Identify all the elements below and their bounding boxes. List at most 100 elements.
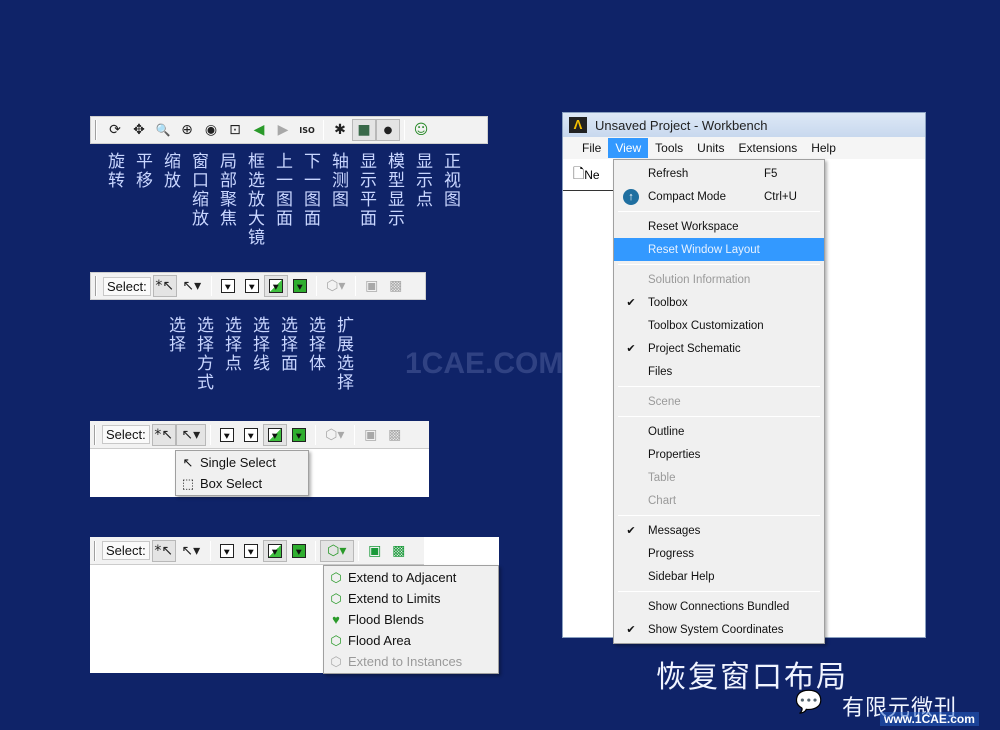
select-mode-icon[interactable]: *↖ [152, 275, 177, 297]
selection-type-dropdown[interactable]: ↖▾ [175, 423, 206, 446]
menu-extensions[interactable]: Extensions [732, 138, 805, 158]
extend-to-limits-icon: ⬡ [330, 590, 342, 606]
expand-icon[interactable]: ▣ [360, 275, 384, 297]
menu-view[interactable]: View [608, 138, 649, 158]
menu-item-reset-workspace[interactable]: Reset Workspace [614, 215, 824, 238]
menu-item-progress[interactable]: Progress [614, 542, 824, 565]
menu-item-compact-mode[interactable]: ↑ Compact Mode Ctrl+U [614, 185, 824, 208]
menu-item-show-system-coordinates[interactable]: ✔ Show System Coordinates [614, 618, 824, 641]
box-zoom-icon[interactable]: ⊕ [175, 119, 199, 141]
menu-item-refresh[interactable]: Refresh F5 [614, 162, 824, 185]
menu-item-outline[interactable]: Outline [614, 420, 824, 443]
select-body-icon[interactable] [287, 540, 311, 562]
label-select-face: 选择面 [277, 316, 297, 373]
model-display-icon[interactable]: ■ [352, 119, 376, 141]
menu-file[interactable]: File [575, 138, 608, 158]
selection-type-dropdown[interactable]: ↖▾ [177, 275, 207, 297]
menu-help[interactable]: Help [804, 138, 843, 158]
menu-item-box-select[interactable]: ⬚ Box Select [176, 473, 308, 494]
menu-tools[interactable]: Tools [648, 138, 690, 158]
selection-type-dropdown[interactable]: ↖▾ [176, 540, 206, 562]
select-body-icon[interactable] [287, 424, 311, 446]
window-title-bar: Λ Unsaved Project - Workbench [563, 113, 925, 137]
menu-item-toolbox[interactable]: ✔ Toolbox [614, 291, 824, 314]
select-toolbar-labels: 选择 选择方式 选择点 选择线 选择面 选择体 扩展选择 [160, 316, 356, 392]
extend-selection-dropdown[interactable]: ⬡▾ [319, 539, 354, 562]
select-mode-icon[interactable]: *↖ [151, 539, 176, 562]
select-edge-icon[interactable] [239, 540, 263, 562]
menu-units[interactable]: Units [690, 138, 731, 158]
select-vertex-icon[interactable] [216, 275, 240, 297]
display-points-icon[interactable]: ● [376, 119, 400, 141]
select-edge-icon[interactable] [240, 275, 264, 297]
menu-item-label: Single Select [200, 455, 276, 470]
flood-blends-icon: ♥ [332, 612, 340, 627]
label-previous-view: 上一图面 [272, 152, 292, 228]
select-body-icon[interactable] [288, 275, 312, 297]
check-icon: ✔ [626, 343, 636, 355]
label-pan: 平移 [132, 152, 152, 190]
toolbar-grip[interactable] [95, 120, 97, 140]
extend-selection-panel: Select: *↖ ↖▾ ⬡▾ ▣ ▩ ⬡ Extend to Adjacen… [90, 537, 499, 674]
selection-type-menu: ↖ Single Select ⬚ Box Select [175, 450, 309, 496]
extend-to-instances-icon: ⬡ [330, 653, 342, 669]
menu-separator [618, 515, 820, 516]
shrink-icon[interactable]: ▩ [383, 424, 407, 446]
single-select-icon: ↖ [182, 454, 194, 470]
label-select-mode: 选择方式 [193, 316, 213, 392]
select-vertex-icon[interactable] [215, 540, 239, 562]
footer-site: www.1CAE.com [880, 712, 979, 726]
select-mode-icon[interactable]: *↖ [151, 423, 176, 446]
shrink-icon[interactable]: ▩ [384, 275, 408, 297]
separator [210, 276, 212, 296]
menu-item-messages[interactable]: ✔ Messages [614, 519, 824, 542]
previous-view-icon[interactable]: ◀ [247, 119, 271, 141]
menu-item-properties[interactable]: Properties [614, 443, 824, 466]
select-face-icon[interactable] [263, 275, 288, 297]
menu-item-extend-to-adjacent[interactable]: ⬡ Extend to Adjacent [324, 567, 498, 588]
menu-item-reset-window-layout[interactable]: Reset Window Layout [614, 238, 824, 261]
label-select-vertex: 选择点 [221, 316, 241, 373]
expand-icon[interactable]: ▣ [359, 424, 383, 446]
menu-item-toolbox-customization[interactable]: Toolbox Customization [614, 314, 824, 337]
menu-item-sidebar-help[interactable]: Sidebar Help [614, 565, 824, 588]
extend-selection-menu: ⬡ Extend to Adjacent ⬡ Extend to Limits … [323, 565, 499, 674]
menu-item-flood-blends[interactable]: ♥ Flood Blends [324, 609, 498, 630]
select-vertex-icon[interactable] [215, 424, 239, 446]
select-face-icon[interactable] [262, 539, 287, 562]
menu-item-show-connections-bundled[interactable]: Show Connections Bundled [614, 595, 824, 618]
zoom-icon[interactable]: 🔍 [151, 119, 175, 141]
shrink-icon[interactable]: ▩ [387, 540, 411, 562]
toolbar-grip[interactable] [94, 424, 96, 445]
look-at-icon[interactable]: ☺ [409, 119, 433, 141]
menu-item-extend-to-limits[interactable]: ⬡ Extend to Limits [324, 588, 498, 609]
display-plane-icon[interactable]: ✱ [328, 119, 352, 141]
pan-icon[interactable]: ✥ [127, 119, 151, 141]
expand-icon[interactable]: ▣ [363, 540, 387, 562]
separator [357, 540, 359, 561]
label-model-display: 模型显示 [384, 152, 404, 228]
rotate-icon[interactable]: ⟳ [103, 119, 127, 141]
zoom-to-fit-icon[interactable]: ◉ [199, 119, 223, 141]
menu-separator [618, 264, 820, 265]
extend-selection-dropdown[interactable]: ⬡▾ [321, 275, 351, 297]
menu-separator [618, 591, 820, 592]
magnifier-icon[interactable]: ⊡ [223, 119, 247, 141]
iso-view-icon[interactable]: ISO [295, 119, 319, 141]
menu-item-single-select[interactable]: ↖ Single Select [176, 452, 308, 473]
next-view-icon[interactable]: ▶ [271, 119, 295, 141]
extend-selection-dropdown[interactable]: ⬡▾ [320, 424, 350, 446]
label-look-at: 正视图 [440, 152, 460, 209]
menu-item-project-schematic[interactable]: ✔ Project Schematic [614, 337, 824, 360]
select-face-icon[interactable] [262, 423, 287, 446]
menu-item-files[interactable]: Files [614, 360, 824, 383]
new-button[interactable]: Ne [584, 168, 599, 182]
select-edge-icon[interactable] [239, 424, 263, 446]
toolbar-grip[interactable] [95, 276, 97, 296]
toolbar-grip[interactable] [94, 540, 96, 561]
check-icon: ✔ [626, 525, 636, 537]
check-icon: ✔ [626, 297, 636, 309]
compact-mode-icon: ↑ [614, 188, 648, 205]
label-zoom-to-fit: 局部聚焦 [216, 152, 236, 228]
menu-item-flood-area[interactable]: ⬡ Flood Area [324, 630, 498, 651]
